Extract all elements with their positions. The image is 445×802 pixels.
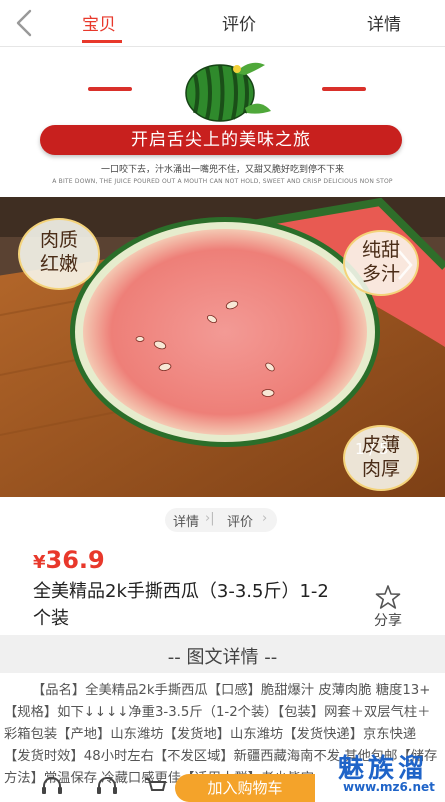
watermelon-logo-icon — [185, 62, 271, 122]
section-header: -- 图文详情 -- — [0, 635, 445, 673]
share-button[interactable]: 分享 — [368, 584, 408, 632]
decor-dash-right — [322, 87, 366, 91]
badge-line: 肉厚 — [361, 458, 400, 480]
tab-reviews[interactable]: 评价 — [222, 10, 256, 35]
pill-divider: ›| — [205, 511, 215, 526]
banner-subtitle: 一口咬下去，汁水涌出一嘴兜不住，又甜又脆好吃到停不下来 — [100, 165, 344, 175]
cart-icon[interactable] — [143, 776, 167, 795]
product-title: 全美精品2k手撕西瓜（3-3.5斤）1-2个装 — [33, 581, 329, 629]
currency-symbol: ¥ — [33, 552, 46, 573]
star-icon — [375, 585, 401, 609]
site-watermark: 魅族溜 www.mz6.net — [308, 748, 445, 795]
decor-dash-left — [88, 87, 132, 91]
chevron-right-icon: › — [262, 511, 268, 526]
badge-line: 肉质 — [39, 229, 78, 251]
top-nav-bar: 宝贝 评价 详情 — [0, 0, 445, 47]
active-tab-indicator — [82, 40, 122, 43]
banner-subtitle-en: A BITE DOWN, THE JUICE POURED OUT A MOUT… — [52, 178, 393, 185]
share-label: 分享 — [374, 613, 402, 629]
tab-baobei[interactable]: 宝贝 — [82, 10, 116, 35]
detail-review-switch[interactable]: 详情 ›| 评价 › — [165, 508, 277, 532]
headset-icon[interactable] — [95, 776, 119, 795]
image-page-indicator: 1 / 5 — [355, 440, 389, 458]
price-value: 36.9 — [45, 546, 105, 574]
feature-badge-thin-rind: 皮薄 肉厚 — [343, 425, 419, 491]
add-to-cart-button[interactable]: 加入购物车 — [175, 774, 315, 802]
watermark-url: www.mz6.net — [343, 780, 435, 794]
feature-badge-tender: 肉质 红嫩 — [18, 218, 100, 290]
next-image-arrow-icon[interactable] — [393, 245, 417, 285]
pill-review-label[interactable]: 评价 — [227, 511, 253, 530]
badge-line: 红嫩 — [39, 253, 78, 275]
pill-detail-label[interactable]: 详情 — [173, 511, 199, 530]
product-price: ¥36.9 — [33, 546, 105, 574]
tab-details[interactable]: 详情 — [367, 10, 401, 35]
slogan-text: 开启舌尖上的美味之旅 — [131, 130, 311, 150]
customer-service-icon[interactable] — [40, 776, 64, 795]
back-arrow-icon[interactable] — [10, 7, 38, 39]
section-title: -- 图文详情 -- — [167, 647, 278, 668]
slogan-banner: 开启舌尖上的美味之旅 — [40, 125, 402, 155]
